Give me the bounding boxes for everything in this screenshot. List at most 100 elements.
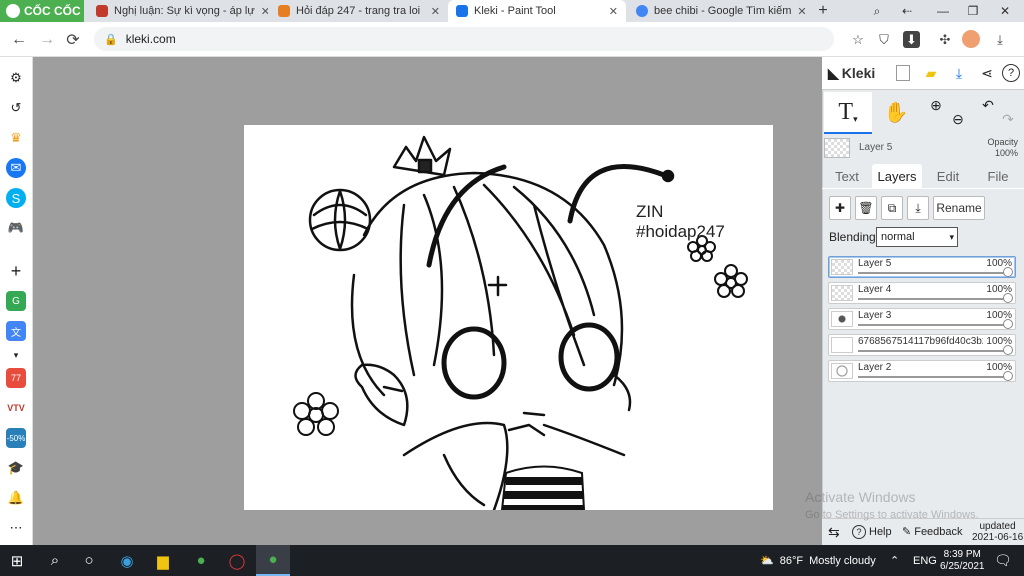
delete-layer-button[interactable]: 🗑 <box>855 196 877 220</box>
language-indicator[interactable]: ENG <box>913 545 937 576</box>
tab-kleki[interactable]: Kleki - Paint Tool ✕ <box>448 0 626 22</box>
help-link[interactable]: ? Help <box>852 525 892 539</box>
swap-sides-icon[interactable]: ⇆ <box>828 524 840 541</box>
game-controller-icon[interactable]: 🎮 <box>6 218 26 238</box>
layer-opacity-slider[interactable] <box>858 350 1009 352</box>
tab-file[interactable]: File <box>974 164 1022 188</box>
vtv-icon[interactable]: VTV <box>6 398 26 418</box>
close-icon[interactable]: ✕ <box>261 5 268 18</box>
blending-mode-select[interactable]: normal ▾ <box>876 227 958 247</box>
layer-item[interactable]: Layer 5 100% <box>828 256 1016 278</box>
back-button[interactable]: ← <box>8 29 30 51</box>
redo-icon[interactable]: ↷ <box>998 108 1018 130</box>
back-arrow-icon[interactable]: ⇠ <box>892 0 922 22</box>
tab-hoidap247[interactable]: Hỏi đáp 247 - trang tra loi ✕ <box>270 0 448 22</box>
forward-button[interactable]: → <box>36 29 58 51</box>
shield-icon[interactable]: ⛉ <box>874 30 894 50</box>
tab-edit[interactable]: Edit <box>926 164 970 188</box>
skype-icon[interactable]: S <box>6 188 26 208</box>
add-icon[interactable]: + <box>6 261 26 281</box>
messenger-icon[interactable]: ✉ <box>6 158 26 178</box>
url-field[interactable]: 🔒 kleki.com <box>94 27 834 51</box>
slider-knob[interactable] <box>1003 345 1013 355</box>
coccoc-taskbar-icon[interactable]: ● <box>184 545 218 576</box>
slider-knob[interactable] <box>1003 371 1013 381</box>
opera-icon[interactable]: ◯ <box>220 545 254 576</box>
slider-knob[interactable] <box>1003 293 1013 303</box>
layer-item[interactable]: Layer 3 100% <box>828 308 1016 330</box>
text-tool-button[interactable]: T ▾ <box>824 92 872 134</box>
chevron-up-icon[interactable]: ⌃ <box>890 545 899 576</box>
tab-nghi-luan[interactable]: Nghị luận: Sự kì vọng - áp lự ✕ <box>88 0 268 22</box>
clock[interactable]: 8:39 PM 6/25/2021 <box>940 545 985 576</box>
chevron-down-icon[interactable]: ▾ <box>6 345 26 365</box>
merge-down-button[interactable]: ⤓ <box>907 196 929 220</box>
translate-icon[interactable]: 文 <box>6 321 26 341</box>
reload-button[interactable]: ⟳ <box>62 29 84 51</box>
bookmark-star-icon[interactable]: ☆ <box>848 30 868 50</box>
coccoc-brand-button[interactable]: CỐC CỐC <box>0 0 84 22</box>
layer-item[interactable]: Layer 2 100% <box>828 360 1016 382</box>
more-options-icon[interactable]: ⋯ <box>6 518 26 538</box>
current-layer-name: Layer 5 <box>859 142 893 153</box>
duplicate-layer-button[interactable]: ⧉ <box>881 196 903 220</box>
close-icon[interactable]: ✕ <box>797 5 806 18</box>
drawing-canvas[interactable]: ZIN #hoidap247 <box>244 125 773 510</box>
downloads-icon[interactable]: ⤓ <box>990 30 1010 50</box>
layer-item[interactable]: 6768567514117b96fd40c3b2a 100% <box>828 334 1016 356</box>
restore-button[interactable]: ❐ <box>958 0 988 22</box>
settings-gear-icon[interactable]: ⚙ <box>6 68 26 88</box>
feedback-link[interactable]: ✎ Feedback <box>902 525 963 539</box>
slider-knob[interactable] <box>1003 319 1013 329</box>
help-icon[interactable]: ? <box>1002 64 1020 82</box>
coccoc-active-taskbar-icon[interactable]: ● <box>256 545 290 576</box>
layer-opacity-slider[interactable] <box>858 272 1009 274</box>
tab-text[interactable]: Text <box>824 164 870 188</box>
zoom-in-icon[interactable]: ⊕ <box>926 94 946 116</box>
notification-center-icon[interactable]: 🗨 <box>994 545 1012 576</box>
open-folder-icon[interactable]: ▰ <box>920 62 942 84</box>
grammar-icon[interactable]: G <box>6 291 26 311</box>
layer-name: Layer 5 <box>858 258 892 269</box>
search-icon[interactable]: ⌕ <box>38 545 72 576</box>
close-icon[interactable]: ✕ <box>431 5 440 18</box>
add-layer-button[interactable]: ✚ <box>829 196 851 220</box>
zoom-out-icon[interactable]: ⊖ <box>948 108 968 130</box>
hand-tool-icon[interactable]: ✋ <box>876 92 916 132</box>
cortana-icon[interactable]: ○ <box>72 545 106 576</box>
undo-icon[interactable]: ↶ <box>978 94 998 116</box>
profile-avatar[interactable] <box>962 30 980 48</box>
file-explorer-icon[interactable]: ▆ <box>146 545 180 576</box>
download-save-icon[interactable]: ⬇ <box>903 31 920 48</box>
new-file-icon[interactable] <box>892 62 914 84</box>
crown-icon[interactable]: ♛ <box>6 128 26 148</box>
download-icon[interactable]: ⤓ <box>948 62 970 84</box>
history-icon[interactable]: ↺ <box>6 98 26 118</box>
share-icon[interactable]: ⋖ <box>976 62 998 84</box>
tab-label: Hỏi đáp 247 - trang tra loi <box>296 5 421 17</box>
tab-bee-chibi[interactable]: bee chibi - Google Tìm kiếm ✕ <box>628 0 808 22</box>
tiki-icon[interactable]: -50% <box>6 428 26 448</box>
tab-layers[interactable]: Layers <box>872 164 922 188</box>
notification-bell-icon[interactable]: 🔔 <box>6 488 26 508</box>
layer-opacity-slider[interactable] <box>858 324 1009 326</box>
search-tabs-icon[interactable]: ⌕ <box>862 0 892 22</box>
layer-opacity-slider[interactable] <box>858 376 1009 378</box>
rename-layer-button[interactable]: Rename <box>933 196 985 220</box>
windows-start-icon[interactable]: ⊞ <box>0 545 34 576</box>
clock-date: 6/25/2021 <box>940 560 985 572</box>
edge-icon[interactable]: ◉ <box>110 545 144 576</box>
slider-knob[interactable] <box>1003 267 1013 277</box>
layer-item[interactable]: Layer 4 100% <box>828 282 1016 304</box>
close-icon[interactable]: ✕ <box>609 5 618 18</box>
extensions-puzzle-icon[interactable]: ✣ <box>935 30 955 50</box>
weather-widget[interactable]: ⛅ 86°F Mostly cloudy <box>760 545 876 576</box>
close-window-button[interactable]: ✕ <box>990 0 1020 22</box>
shopping-icon[interactable]: 77 <box>6 368 26 388</box>
layer-opacity-slider[interactable] <box>858 298 1009 300</box>
text-tool-icon: T <box>838 98 854 125</box>
layer-thumbnail <box>831 285 853 301</box>
new-tab-button[interactable]: + <box>808 0 838 22</box>
minimize-button[interactable]: — <box>928 0 958 22</box>
graduation-cap-icon[interactable]: 🎓 <box>6 458 26 478</box>
